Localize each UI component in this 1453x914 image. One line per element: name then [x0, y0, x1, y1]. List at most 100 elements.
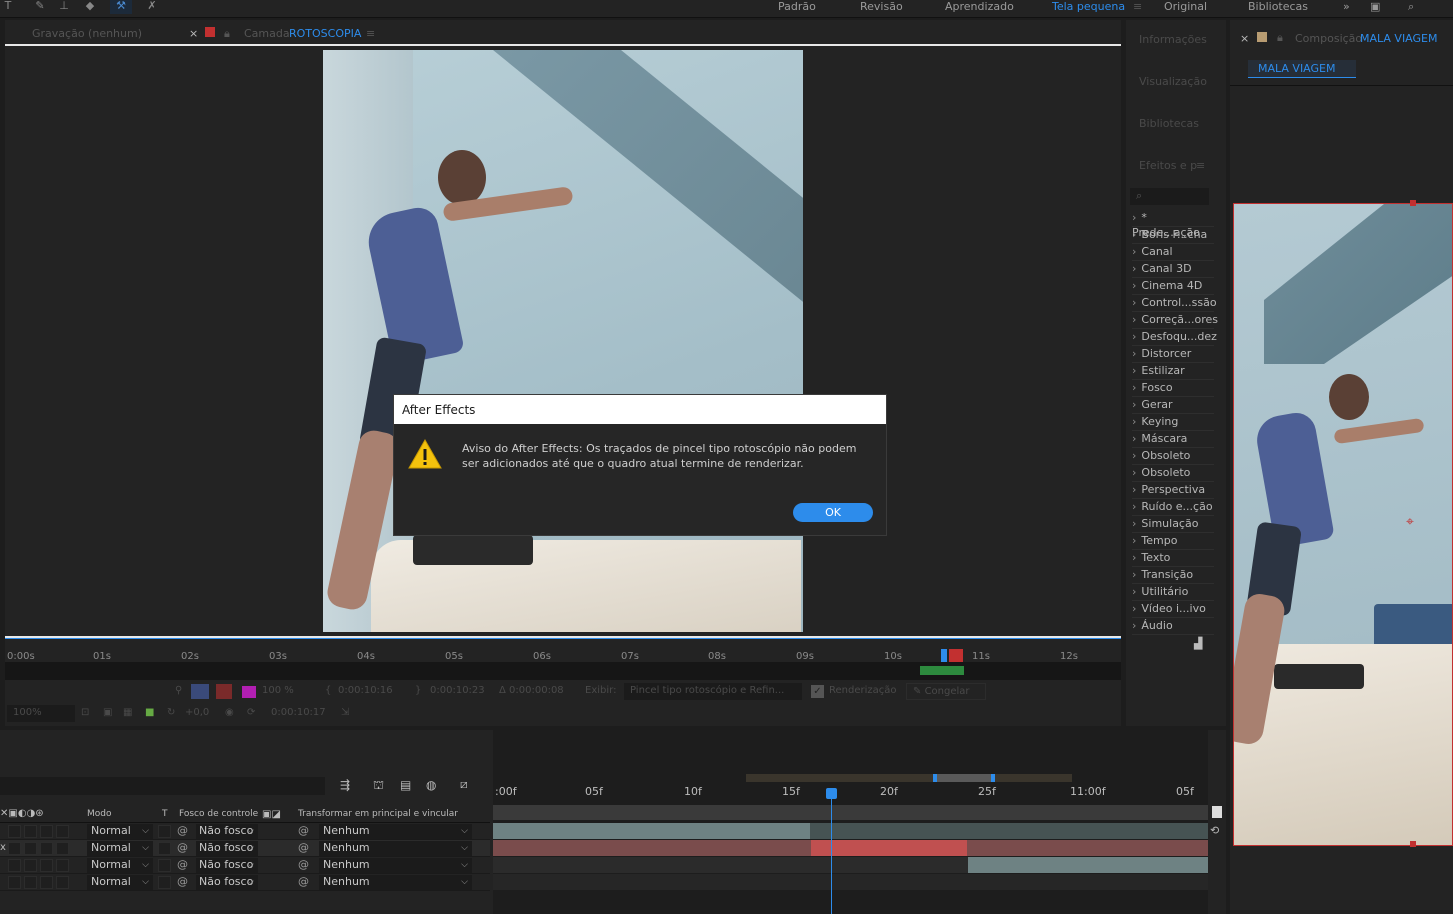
- switch-box[interactable]: [24, 876, 37, 889]
- parent-dropdown[interactable]: Nenhum ⌵: [319, 858, 472, 873]
- shy-layers-icon[interactable]: ⛫: [373, 778, 384, 794]
- channel-icon[interactable]: ■: [145, 707, 154, 718]
- mode-dropdown[interactable]: Normal ⌵: [87, 824, 153, 839]
- comp-tab-close-icon[interactable]: ×: [1240, 32, 1249, 45]
- out-point-time[interactable]: 0:00:10:23: [430, 685, 485, 696]
- effects-category-item[interactable]: › Tempo: [1132, 533, 1214, 550]
- layer-bar-2[interactable]: [811, 840, 967, 856]
- layer-track-3[interactable]: [493, 857, 968, 873]
- comp-sub-tab[interactable]: MALA VIAGEM: [1248, 60, 1356, 78]
- preserve-transparency-box[interactable]: [158, 825, 171, 838]
- pickwhip-icon[interactable]: @: [177, 841, 188, 854]
- parent-dropdown[interactable]: Nenhum ⌵: [319, 841, 472, 856]
- comp-button-icon[interactable]: ⟲: [1210, 824, 1219, 837]
- track-matte-dropdown[interactable]: Não fosco ⌵: [196, 841, 258, 856]
- reset-exposure-icon[interactable]: ↻: [167, 707, 175, 718]
- effects-category-item[interactable]: › Desfoqu...dez: [1132, 329, 1217, 346]
- search-help-icon[interactable]: ⌕: [1408, 0, 1414, 13]
- text-tool-icon[interactable]: T: [0, 0, 16, 14]
- parent-dropdown[interactable]: Nenhum ⌵: [319, 875, 472, 890]
- section-visualizacao[interactable]: Visualização: [1139, 75, 1207, 88]
- layer-handle[interactable]: [1410, 200, 1416, 206]
- switch-box[interactable]: [8, 859, 21, 872]
- puppet-tool-icon[interactable]: ✗: [144, 0, 160, 14]
- effects-category-item[interactable]: › Obsoleto: [1132, 465, 1214, 482]
- layer-bar-3[interactable]: [968, 857, 1208, 873]
- effects-category-item[interactable]: › Canal: [1132, 244, 1214, 261]
- time-navigator-handle[interactable]: [933, 774, 995, 782]
- work-area-bar[interactable]: [493, 805, 1208, 820]
- propagation-range[interactable]: [920, 666, 964, 675]
- effects-category-item[interactable]: › Obsoleto: [1132, 448, 1214, 465]
- stamp-tool-icon[interactable]: ⊥: [56, 0, 72, 14]
- switch-box[interactable]: [24, 842, 37, 855]
- mode-dropdown[interactable]: Normal ⌵: [87, 875, 153, 890]
- timeline-tracks[interactable]: :00f 05f 10f 15f 20f 25f 11:00f 05f: [493, 730, 1208, 914]
- switch-box[interactable]: [40, 842, 53, 855]
- workspace-bibliotecas[interactable]: Bibliotecas: [1248, 0, 1308, 13]
- layer-track-4[interactable]: [493, 874, 1208, 890]
- pickwhip-icon[interactable]: @: [298, 875, 309, 888]
- overlay-opacity[interactable]: 100 %: [262, 685, 294, 696]
- mask-visibility-icon[interactable]: ▣: [103, 707, 112, 718]
- exibir-dropdown[interactable]: Pincel tipo rotoscópio e Refin...: [624, 683, 802, 700]
- mode-dropdown[interactable]: Normal ⌵: [87, 841, 153, 856]
- switch-box[interactable]: [8, 825, 21, 838]
- effects-category-item[interactable]: › Keying: [1132, 414, 1214, 431]
- switch-box[interactable]: [40, 876, 53, 889]
- zoom-dropdown[interactable]: 100%: [7, 705, 75, 722]
- fx-switch-icon[interactable]: x: [0, 842, 6, 853]
- workspace-menu-icon[interactable]: ≡: [1133, 0, 1142, 13]
- transparency-grid-icon[interactable]: ▦: [123, 707, 132, 718]
- switch-box[interactable]: [40, 859, 53, 872]
- show-snapshot-icon[interactable]: ⟳: [247, 707, 255, 718]
- switch-box[interactable]: [24, 859, 37, 872]
- in-point-time[interactable]: 0:00:10:16: [338, 685, 393, 696]
- mode-dropdown[interactable]: Normal ⌵: [87, 858, 153, 873]
- roto-bg-icon[interactable]: [216, 684, 232, 699]
- switch-box[interactable]: [8, 842, 21, 855]
- layer-handle[interactable]: [1410, 841, 1416, 847]
- effects-category-item[interactable]: › Fosco: [1132, 380, 1214, 397]
- effects-category-item[interactable]: › Vídeo i...ivo: [1132, 601, 1214, 618]
- section-efeitos[interactable]: Efeitos e p: [1139, 159, 1197, 172]
- effects-category-item[interactable]: › Áudio: [1132, 618, 1214, 635]
- switch-box[interactable]: [24, 825, 37, 838]
- current-time-indicator[interactable]: [941, 649, 947, 663]
- switch-box[interactable]: [8, 876, 21, 889]
- comp-marker-bin-icon[interactable]: [1212, 806, 1222, 818]
- timeline-search-input[interactable]: [0, 777, 325, 795]
- in-point-icon[interactable]: {: [325, 685, 331, 696]
- section-menu-icon[interactable]: ≡: [1196, 159, 1205, 172]
- pickwhip-icon[interactable]: @: [298, 824, 309, 837]
- layer-bar-1[interactable]: [493, 823, 810, 839]
- workspace-original[interactable]: Original: [1164, 0, 1207, 13]
- tab-layer-name[interactable]: ROTOSCOPIA: [289, 27, 361, 40]
- safe-zones-icon[interactable]: ⊡: [81, 707, 89, 718]
- workspace-revisao[interactable]: Revisão: [860, 0, 903, 13]
- effects-category-item[interactable]: › Texto: [1132, 550, 1214, 567]
- ok-button[interactable]: OK: [793, 503, 873, 522]
- brush-tool-icon[interactable]: ✎: [32, 0, 48, 14]
- sync-settings-icon[interactable]: ▣: [1370, 0, 1380, 13]
- exposure-value[interactable]: +0,0: [185, 707, 209, 718]
- time-navigator[interactable]: [746, 774, 1072, 782]
- switch-box[interactable]: [56, 859, 69, 872]
- effects-category-item[interactable]: › Control...ssão: [1132, 295, 1217, 312]
- out-point-icon[interactable]: }: [415, 685, 421, 696]
- more-workspaces-icon[interactable]: »: [1343, 0, 1350, 13]
- workspace-tela-pequena[interactable]: Tela pequena: [1052, 0, 1125, 13]
- effects-category-item[interactable]: › Distorcer: [1132, 346, 1214, 363]
- layer-viewer-image[interactable]: [323, 50, 803, 632]
- roto-pin-icon[interactable]: ⚲: [175, 685, 182, 696]
- effects-category-item[interactable]: › Cinema 4D: [1132, 278, 1214, 295]
- pickwhip-icon[interactable]: @: [177, 858, 188, 871]
- overlay-color-swatch[interactable]: [242, 686, 256, 698]
- layer-row[interactable]: Normal ⌵ @ Não fosco ⌵ @ Nenhum ⌵: [0, 857, 490, 874]
- layer-row[interactable]: Normal ⌵ @ Não fosco ⌵ @ Nenhum ⌵: [0, 823, 490, 840]
- layer-span-track[interactable]: [5, 662, 1121, 680]
- pickwhip-icon[interactable]: @: [298, 841, 309, 854]
- effects-category-item[interactable]: › Máscara: [1132, 431, 1214, 448]
- anchor-point-icon[interactable]: ⌖: [1406, 514, 1414, 530]
- preserve-transparency-box[interactable]: [158, 859, 171, 872]
